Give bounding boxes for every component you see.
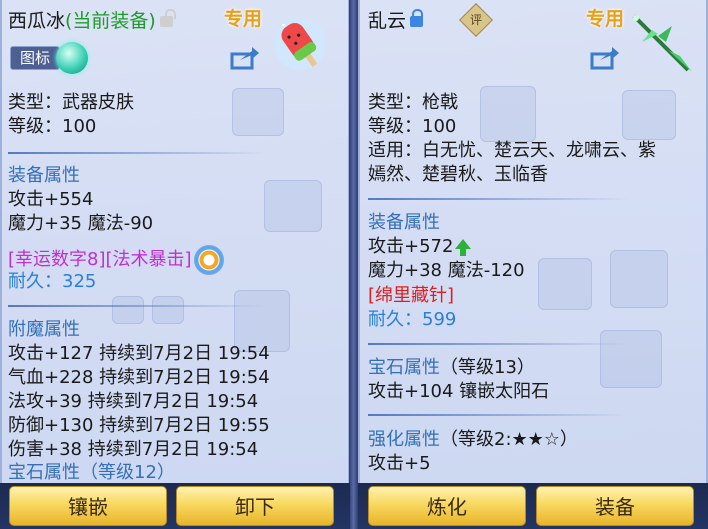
equip-attribute: 攻击+554	[8, 189, 94, 210]
item-level: 等级：100	[8, 116, 97, 137]
unlocked-lock-icon[interactable]	[159, 9, 176, 27]
durability: 耐久：599	[368, 308, 456, 332]
durability-value: 599	[422, 309, 457, 330]
divider-line	[368, 414, 628, 416]
enhance-level: （等级2:★★☆）	[440, 429, 578, 450]
background-slot	[264, 180, 322, 232]
item-name: 西瓜冰	[8, 10, 66, 32]
current-equip-label: (当前装备)	[65, 10, 156, 32]
equip-attribute: 攻击+572	[368, 235, 472, 259]
item-title: 乱云	[368, 6, 424, 33]
suitable-characters-cont: 嫣然、楚碧秋、玉临香	[368, 164, 548, 185]
icon-toggle-button[interactable]: 图标	[10, 46, 60, 70]
equip-attribute: 魔力+38 魔法-120	[368, 260, 525, 281]
background-slot	[600, 330, 662, 388]
locked-lock-icon[interactable]	[410, 9, 424, 27]
durability: 耐久：325	[8, 270, 96, 294]
divider-line	[8, 152, 268, 154]
gem-attributes-heading: 宝石属性	[368, 357, 440, 378]
enchant-attribute: 攻击+127 持续到7月2日 19:54	[8, 343, 270, 364]
divider-line	[8, 305, 268, 307]
item-type: 类型：枪戟	[368, 92, 458, 113]
watermelon-popsicle-weapon-icon	[274, 18, 326, 70]
item-level: 等级：100	[368, 116, 457, 137]
equip-button[interactable]: 装备	[536, 486, 694, 526]
panel-divider	[349, 0, 358, 529]
special-attributes-text: [幸运数字8][法术暴击]	[8, 249, 192, 270]
enchant-attributes-heading: 附魔属性	[8, 319, 80, 340]
enhance-attributes: 强化属性（等级2:★★☆）	[368, 428, 578, 452]
background-slot	[538, 258, 592, 310]
enchant-attribute: 防御+130 持续到7月2日 19:55	[8, 415, 270, 436]
item-title: 西瓜冰(当前装备)	[8, 6, 176, 33]
divider-line	[368, 343, 628, 345]
divider-line	[368, 198, 628, 200]
background-slot	[480, 86, 536, 142]
gem-attribute: 攻击+104 镶嵌太阳石	[368, 381, 550, 402]
gem-attributes: 宝石属性（等级13）	[368, 356, 535, 380]
green-up-arrow-icon	[455, 239, 472, 256]
gem-attributes-heading: 宝石属性（等级12）	[8, 462, 175, 483]
durability-label: 耐久：	[368, 309, 422, 330]
enhance-attribute: 攻击+5	[368, 453, 431, 474]
background-slot	[622, 90, 676, 140]
enchant-attribute: 气血+228 持续到7月2日 19:54	[8, 367, 270, 388]
compared-equipment-panel: 乱云 专用 评 类型：枪戟 等级：100 适用：白无忧、楚云天、龙啸云、紫 嫣然…	[358, 0, 708, 529]
equip-attribute-text: 攻击+572	[368, 236, 454, 257]
equip-attributes-heading: 装备属性	[368, 212, 440, 233]
refresh-icon[interactable]	[193, 245, 224, 275]
enchant-attribute: 法攻+39 持续到7月2日 19:54	[8, 391, 259, 412]
special-attributes: [绵里藏针]	[368, 285, 455, 306]
background-slot	[152, 296, 184, 324]
enhance-attributes-heading: 强化属性	[368, 429, 440, 450]
gem-level: （等级13）	[440, 357, 535, 378]
background-slot	[112, 296, 144, 324]
share-icon[interactable]	[230, 46, 260, 70]
exclusive-label: 专用	[224, 8, 263, 30]
refine-button[interactable]: 炼化	[368, 486, 526, 526]
suitable-characters: 适用：白无忧、楚云天、龙啸云、紫	[368, 140, 656, 161]
appraise-badge[interactable]: 评	[459, 3, 493, 37]
background-slot	[610, 250, 668, 308]
inlay-button[interactable]: 镶嵌	[9, 486, 167, 526]
durability-label: 耐久：	[8, 271, 62, 292]
equip-attribute: 魔力+35 魔法-90	[8, 213, 154, 234]
green-spear-weapon-icon	[632, 14, 692, 72]
share-icon[interactable]	[590, 46, 620, 70]
exclusive-label: 专用	[586, 8, 625, 30]
current-equipment-panel: 西瓜冰(当前装备) 专用 图标 类型：武器皮肤 等级：100 装备属性 攻击+5…	[0, 0, 350, 529]
enchant-attribute: 伤害+38 持续到7月2日 19:54	[8, 439, 259, 460]
item-type: 类型：武器皮肤	[8, 92, 134, 113]
item-name: 乱云	[368, 10, 407, 32]
durability-value: 325	[62, 271, 97, 292]
appraise-label: 评	[469, 13, 482, 27]
equip-attributes-heading: 装备属性	[8, 165, 80, 186]
jade-orb-icon[interactable]	[56, 42, 88, 74]
background-slot	[232, 88, 284, 136]
unequip-button[interactable]: 卸下	[176, 486, 334, 526]
